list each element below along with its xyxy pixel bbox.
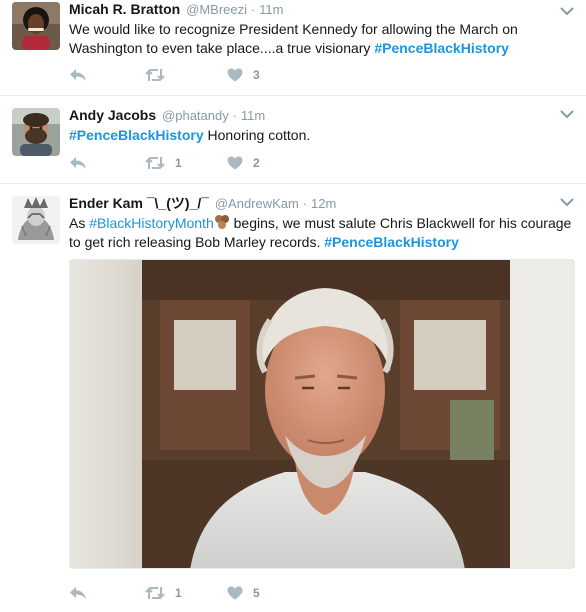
tweet-1[interactable]: Micah R. Bratton @MBreezi · 11m We would… (0, 0, 586, 96)
tweet-text-body: Honoring cotton. (207, 127, 311, 143)
retweet-button[interactable] (145, 68, 227, 82)
display-name[interactable]: Andy Jacobs (69, 107, 156, 123)
reply-arrow-icon (70, 587, 86, 599)
reply-arrow-icon (70, 157, 86, 169)
separator: · (250, 2, 256, 17)
hashtag-link[interactable]: #PenceBlackHistory (374, 40, 509, 56)
user-handle[interactable]: @phatandy (162, 108, 229, 123)
heart-icon (227, 68, 243, 82)
like-count: 5 (253, 586, 260, 600)
chevron-down-icon[interactable] (560, 109, 574, 119)
avatar-image (12, 196, 60, 244)
display-name[interactable]: Micah R. Bratton (69, 1, 180, 17)
hashtag-link[interactable]: #PenceBlackHistory (324, 234, 459, 250)
timestamp[interactable]: 11m (259, 2, 283, 17)
hashtag-link[interactable]: #BlackHistoryMonth (89, 215, 214, 231)
tweet-photo[interactable] (69, 259, 575, 569)
like-button[interactable]: 5 (227, 586, 307, 600)
separator: · (302, 196, 308, 211)
tweet-3[interactable]: Ender Kam ¯\_(ツ)_/¯ @AndrewKam · 12m As … (0, 184, 586, 612)
separator: · (232, 108, 237, 123)
hashtag-link[interactable]: #PenceBlackHistory (69, 127, 204, 143)
reply-button[interactable] (69, 156, 145, 170)
tweet-text: #PenceBlackHistory Honoring cotton. (69, 126, 574, 145)
like-button[interactable]: 3 (227, 68, 307, 82)
avatar[interactable] (12, 2, 60, 50)
tweet-text: As #BlackHistoryMonth begins, we must sa… (69, 214, 574, 251)
tweet-actions: 3 (69, 66, 307, 84)
tweet-actions: 1 2 (69, 154, 307, 172)
tweet-text-body: As (69, 215, 86, 231)
retweet-icon (145, 68, 165, 82)
like-count: 2 (253, 156, 260, 170)
like-button[interactable]: 2 (227, 156, 307, 170)
avatar-image (12, 108, 60, 156)
tweet-actions: 1 5 (69, 584, 307, 602)
retweet-count: 1 (175, 156, 182, 170)
tweet-text: We would like to recognize President Ken… (69, 20, 574, 57)
chevron-down-icon[interactable] (560, 6, 574, 16)
like-count: 3 (253, 68, 260, 82)
retweet-button[interactable]: 1 (145, 156, 227, 170)
reply-button[interactable] (69, 586, 145, 600)
reply-button[interactable] (69, 68, 145, 82)
tweet-header: Micah R. Bratton @MBreezi · 11m (69, 0, 574, 18)
avatar[interactable] (12, 196, 60, 244)
avatar-image (12, 2, 60, 50)
retweet-button[interactable]: 1 (145, 586, 227, 600)
display-name[interactable]: Ender Kam ¯\_(ツ)_/¯ (69, 195, 209, 211)
retweet-count: 1 (175, 586, 182, 600)
retweet-icon (145, 586, 165, 600)
avatar[interactable] (12, 108, 60, 156)
timestamp[interactable]: 12m (311, 196, 336, 211)
user-handle[interactable]: @AndrewKam (215, 196, 299, 211)
portrait-photo (70, 260, 574, 568)
retweet-icon (145, 156, 165, 170)
reply-arrow-icon (70, 69, 86, 81)
chevron-down-icon[interactable] (560, 197, 574, 207)
tweet-header: Andy Jacobs @phatandy · 11m (69, 106, 574, 124)
timestamp[interactable]: 11m (241, 108, 265, 123)
tweet-header: Ender Kam ¯\_(ツ)_/¯ @AndrewKam · 12m (69, 194, 574, 212)
heart-icon (227, 586, 243, 600)
user-handle[interactable]: @MBreezi (186, 2, 247, 17)
tweet-2[interactable]: Andy Jacobs @phatandy · 11m #PenceBlackH… (0, 96, 586, 184)
cookie-emoji-icon (214, 215, 229, 229)
heart-icon (227, 156, 243, 170)
